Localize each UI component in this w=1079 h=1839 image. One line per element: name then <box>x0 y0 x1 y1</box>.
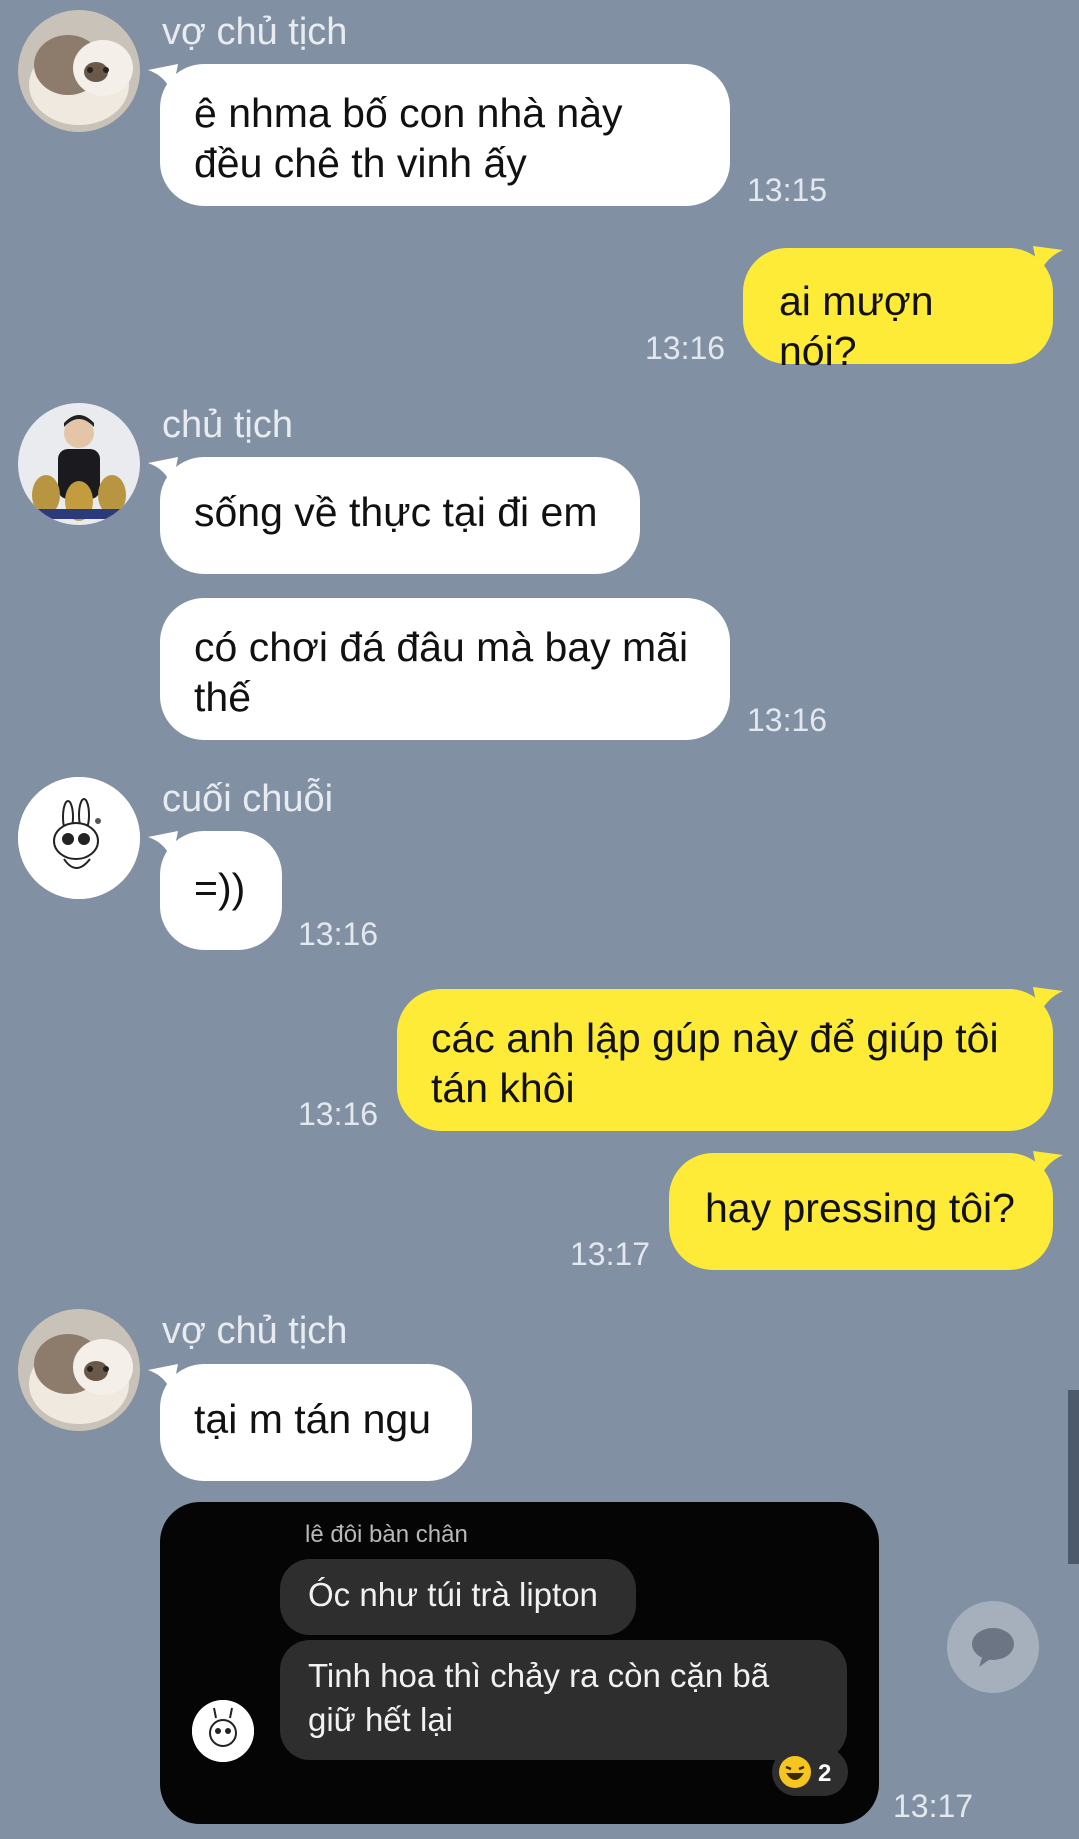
message-time: 13:16 <box>298 916 379 952</box>
message-line: =)) <box>194 865 246 911</box>
bubble-tail <box>148 831 178 861</box>
sender-name: cuối chuỗi <box>162 778 334 820</box>
bubble-tail <box>148 1364 178 1394</box>
bubble-tail <box>148 64 178 94</box>
reaction-count: 2 <box>818 1760 832 1787</box>
message-time: 13:17 <box>570 1236 651 1272</box>
message-line: sống về thực tại đi em <box>194 489 598 535</box>
message-bubble[interactable]: ai mượn nói? <box>743 248 1053 374</box>
avatar-cuoi-chuoi[interactable] <box>18 777 140 899</box>
message-line: có chơi đá đâu mà bay mãi <box>194 624 689 670</box>
forwarded-image[interactable]: lê đôi bàn chân Óc như túi trà lipton Ti… <box>160 1502 879 1824</box>
forwarded-message-bubble: Óc như túi trà lipton <box>280 1559 636 1635</box>
avatar-vo-chu-tich[interactable] <box>18 1309 140 1431</box>
sender-name: chủ tịch <box>162 404 293 446</box>
reaction-badge[interactable]: 2 <box>772 1748 848 1796</box>
message-line: đều chê th vinh ấy <box>194 140 527 186</box>
message-time: 13:16 <box>747 702 828 738</box>
message-line: ê nhma bố con nhà này <box>194 90 623 136</box>
forwarded-message-line: Tinh hoa thì chảy ra còn cặn bã <box>308 1657 770 1694</box>
message-bubble[interactable]: sống về thực tại đi em <box>160 457 640 574</box>
message-bubble[interactable]: =)) <box>160 831 282 950</box>
forwarded-avatar <box>192 1700 254 1762</box>
avatar-chu-tich[interactable] <box>18 403 140 525</box>
message-line: tại m tán ngu <box>194 1396 432 1442</box>
bubble-tail <box>1033 1151 1063 1181</box>
forwarded-message-bubble: Tinh hoa thì chảy ra còn cặn bã giữ hết … <box>280 1640 847 1760</box>
message-time: 13:16 <box>298 1096 379 1132</box>
message-line: thế <box>194 674 251 720</box>
message-bubble[interactable]: hay pressing tôi? <box>669 1153 1053 1270</box>
message-bubble[interactable]: có chơi đá đâu mà bay mãi thế <box>160 598 730 740</box>
message-line: ai mượn nói? <box>779 278 934 374</box>
sender-name: vợ chủ tịch <box>162 11 348 53</box>
forwarded-message-line: Óc như túi trà lipton <box>308 1576 598 1613</box>
chat-bubble-button[interactable] <box>947 1601 1039 1693</box>
forwarded-sender-name: lê đôi bàn chân <box>305 1521 468 1548</box>
message-line: hay pressing tôi? <box>705 1185 1015 1231</box>
bubble-tail <box>1033 246 1063 276</box>
forwarded-message-line: giữ hết lại <box>308 1701 454 1738</box>
message-time: 13:17 <box>893 1788 974 1824</box>
message-time: 13:15 <box>747 172 828 208</box>
message-bubble[interactable]: các anh lập gúp này để giúp tôi tán khôi <box>397 989 1053 1131</box>
scrollbar[interactable] <box>1068 1390 1079 1564</box>
bubble-tail <box>1033 987 1063 1017</box>
message-line: tán khôi <box>431 1065 575 1111</box>
laughing-face-icon <box>779 1756 811 1788</box>
bubble-tail <box>148 457 178 487</box>
message-bubble[interactable]: tại m tán ngu <box>160 1364 472 1481</box>
avatar-vo-chu-tich[interactable] <box>18 10 140 132</box>
message-line: các anh lập gúp này để giúp tôi <box>431 1015 999 1061</box>
message-bubble[interactable]: ê nhma bố con nhà này đều chê th vinh ấy <box>160 64 730 206</box>
message-time: 13:16 <box>645 330 726 366</box>
sender-name: vợ chủ tịch <box>162 1310 348 1352</box>
speech-bubble-icon <box>972 1628 1014 1667</box>
